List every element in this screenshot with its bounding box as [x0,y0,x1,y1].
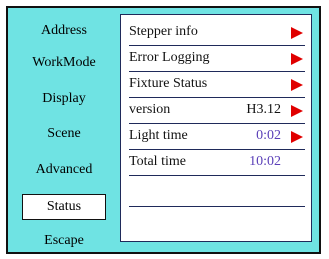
total-time-value: 10:02 [249,154,281,169]
main-menu: Address WorkMode Display Scene Advanced … [8,8,118,252]
row-total-time: Total time 10:02 [129,151,305,176]
row-version[interactable]: version H3.12 [129,99,305,124]
menu-item-scene[interactable]: Scene [14,121,114,147]
status-menu-window: Address WorkMode Display Scene Advanced … [6,6,321,254]
red-right-triangle-icon[interactable] [291,53,303,65]
row-error-logging[interactable]: Error Logging [129,47,305,72]
row-label: Stepper info [129,24,198,39]
row-light-time[interactable]: Light time 0:02 [129,125,305,150]
menu-item-workmode[interactable]: WorkMode [14,50,114,76]
menu-item-status[interactable]: Status [22,194,106,220]
row-label: Error Logging [129,50,210,65]
row-fixture-status[interactable]: Fixture Status [129,73,305,98]
menu-item-address[interactable]: Address [14,18,114,44]
red-right-triangle-icon[interactable] [291,131,303,143]
row-divider [129,205,305,207]
menu-item-display[interactable]: Display [14,86,114,112]
version-value: H3.12 [246,102,281,117]
status-panel: Stepper info Error Logging Fixture Statu… [120,14,312,242]
row-label: Light time [129,128,188,143]
row-stepper-info[interactable]: Stepper info [129,21,305,46]
red-right-triangle-icon[interactable] [291,79,303,91]
menu-item-escape[interactable]: Escape [14,228,114,254]
red-right-triangle-icon[interactable] [291,105,303,117]
row-label: Fixture Status [129,76,208,91]
menu-item-advanced[interactable]: Advanced [14,157,114,183]
red-right-triangle-icon[interactable] [291,27,303,39]
row-label: version [129,102,171,117]
light-time-value: 0:02 [256,128,281,143]
row-label: Total time [129,154,186,169]
